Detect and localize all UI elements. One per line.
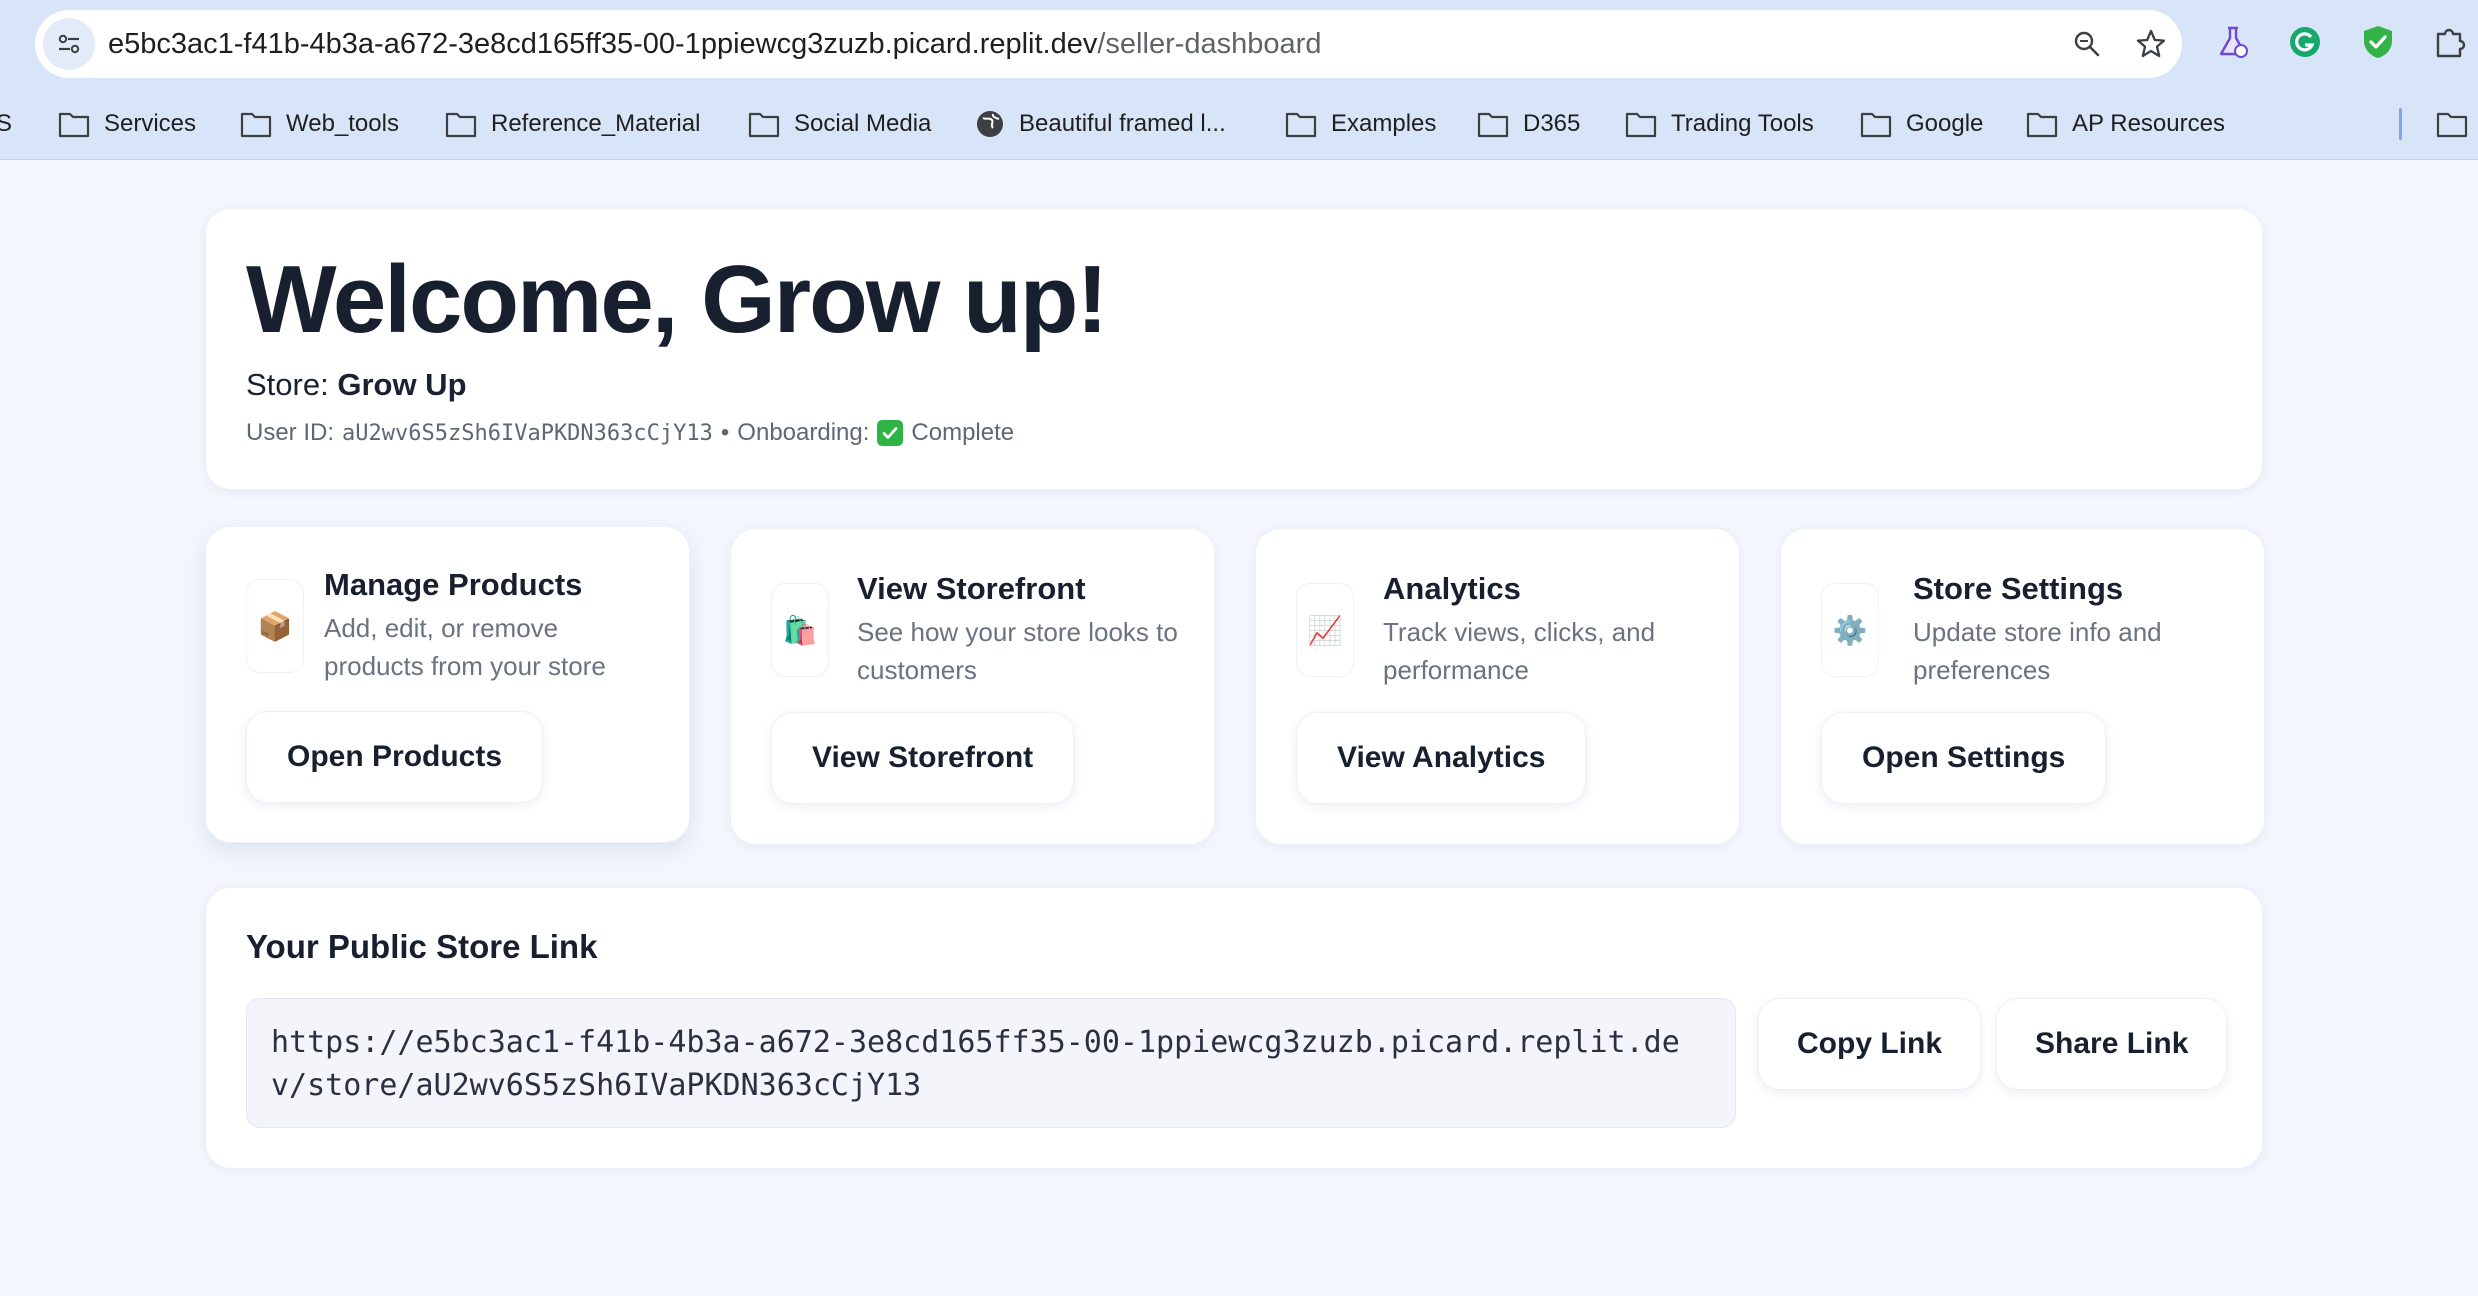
shopping-bags-icon: 🛍️ [771, 583, 829, 677]
folder-icon [1285, 112, 1317, 138]
card-description: Track views, clicks, and performance [1383, 617, 1656, 685]
bookmark-label: D365 [1523, 110, 1581, 137]
url-path: /seller-dashboard [1097, 28, 1322, 60]
grammarly-icon[interactable] [2283, 20, 2327, 64]
card-description: Update store info and preferences [1913, 617, 2162, 685]
bookmark-folder-ap-resources[interactable]: AP Resources [2026, 100, 2225, 148]
user-meta: User ID: aU2wv6S5zSh6IVaPKDN363cCjY13 • … [246, 419, 1014, 447]
bookmark-label: Trading Tools [1671, 110, 1814, 137]
meta-separator: • [720, 419, 730, 446]
store-line: Store: Grow Up [246, 367, 467, 403]
folder-icon [240, 112, 272, 138]
folder-icon [2026, 112, 2058, 138]
analytics-card: 📈 Analytics Track views, clicks, and per… [1255, 528, 1740, 845]
bookmark-label: Beautiful framed l... [1019, 110, 1226, 137]
card-title: View Storefront [857, 571, 1086, 606]
user-id-label: User ID: [246, 419, 335, 446]
folder-icon [2436, 112, 2468, 138]
bookmark-label: AP Resources [2072, 110, 2225, 137]
store-settings-card: ⚙️ Store Settings Update store info and … [1780, 528, 2265, 845]
bookmarks-bar: PS Services Web_tools Reference_Material… [0, 100, 2478, 148]
bookmark-label: Social Media [794, 110, 932, 137]
address-bar[interactable]: e5bc3ac1-f41b-4b3a-a672-3e8cd165ff35-00-… [35, 10, 2182, 78]
welcome-card: Welcome, Grow up! Store: Grow Up User ID… [205, 208, 2263, 490]
store-name: Grow Up [337, 367, 467, 402]
site-info-icon[interactable] [43, 18, 95, 70]
bookmark-star-icon[interactable] [2131, 24, 2171, 64]
card-title: Manage Products [324, 567, 583, 602]
copy-link-button[interactable]: Copy Link [1758, 998, 1982, 1090]
view-storefront-button[interactable]: View Storefront [771, 712, 1075, 804]
manage-products-card: 📦 Manage Products Add, edit, or remove p… [205, 526, 690, 843]
browser-chrome: e5bc3ac1-f41b-4b3a-a672-3e8cd165ff35-00-… [0, 0, 2478, 160]
bookmark-folder-services[interactable]: Services [58, 100, 196, 148]
bookmark-label: Reference_Material [491, 110, 701, 137]
folder-icon [1477, 112, 1509, 138]
bookmark-item[interactable]: PS [0, 100, 12, 148]
bookmarks-divider [2399, 108, 2402, 140]
public-link-heading: Your Public Store Link [246, 928, 598, 965]
package-icon: 📦 [246, 579, 304, 673]
folder-icon [1860, 112, 1892, 138]
extensions-puzzle-icon[interactable] [2428, 20, 2472, 64]
open-settings-button[interactable]: Open Settings [1821, 712, 2107, 804]
bookmark-folder-social-media[interactable]: Social Media [748, 100, 931, 148]
store-link-field[interactable]: https://e5bc3ac1-f41b-4b3a-a672-3e8cd165… [246, 998, 1736, 1128]
check-mark-icon [877, 420, 904, 446]
bookmark-label: Examples [1331, 110, 1437, 137]
view-storefront-card: 🛍️ View Storefront See how your store lo… [730, 528, 1215, 845]
url-host: e5bc3ac1-f41b-4b3a-a672-3e8cd165ff35-00-… [108, 28, 1098, 60]
bookmark-folder-examples[interactable]: Examples [1285, 100, 1436, 148]
view-analytics-button[interactable]: View Analytics [1296, 712, 1587, 804]
onboarding-status: Complete [911, 419, 1015, 446]
other-bookmarks-folder[interactable] [2436, 100, 2468, 148]
card-title: Analytics [1383, 571, 1521, 606]
bookmark-label: PS [0, 110, 13, 137]
folder-icon [58, 112, 90, 138]
globe-icon [977, 111, 1003, 137]
gear-icon: ⚙️ [1821, 583, 1879, 677]
share-link-button[interactable]: Share Link [1996, 998, 2228, 1090]
url-text[interactable]: e5bc3ac1-f41b-4b3a-a672-3e8cd165ff35-00-… [108, 10, 1321, 78]
bookmark-folder-d365[interactable]: D365 [1477, 100, 1580, 148]
open-products-button[interactable]: Open Products [246, 711, 544, 803]
zoom-icon[interactable] [2067, 24, 2107, 64]
card-title: Store Settings [1913, 571, 2124, 606]
bookmark-folder-google[interactable]: Google [1860, 100, 1983, 148]
public-store-link-card: Your Public Store Link https://e5bc3ac1-… [205, 887, 2263, 1169]
bookmark-label: Web_tools [286, 110, 399, 137]
chart-increasing-icon: 📈 [1296, 583, 1354, 677]
bookmark-label: Google [1906, 110, 1984, 137]
shield-check-icon[interactable] [2356, 20, 2400, 64]
card-description: Add, edit, or remove products from your … [324, 613, 606, 681]
bookmark-folder-reference-material[interactable]: Reference_Material [445, 100, 700, 148]
folder-icon [445, 112, 477, 138]
bookmark-label: Services [104, 110, 197, 137]
store-label: Store: [246, 367, 329, 402]
labs-flask-icon[interactable] [2211, 20, 2255, 64]
bookmark-folder-web-tools[interactable]: Web_tools [240, 100, 399, 148]
bookmark-beautiful-framed[interactable]: Beautiful framed l... [975, 100, 1226, 148]
user-id-value: aU2wv6S5zSh6IVaPKDN363cCjY13 [342, 420, 713, 446]
folder-icon [748, 112, 780, 138]
welcome-heading: Welcome, Grow up! [246, 246, 1108, 353]
onboarding-label: Onboarding: [737, 419, 870, 446]
bookmark-folder-trading-tools[interactable]: Trading Tools [1625, 100, 1814, 148]
folder-icon [1625, 112, 1657, 138]
card-description: See how your store looks to customers [857, 617, 1178, 685]
